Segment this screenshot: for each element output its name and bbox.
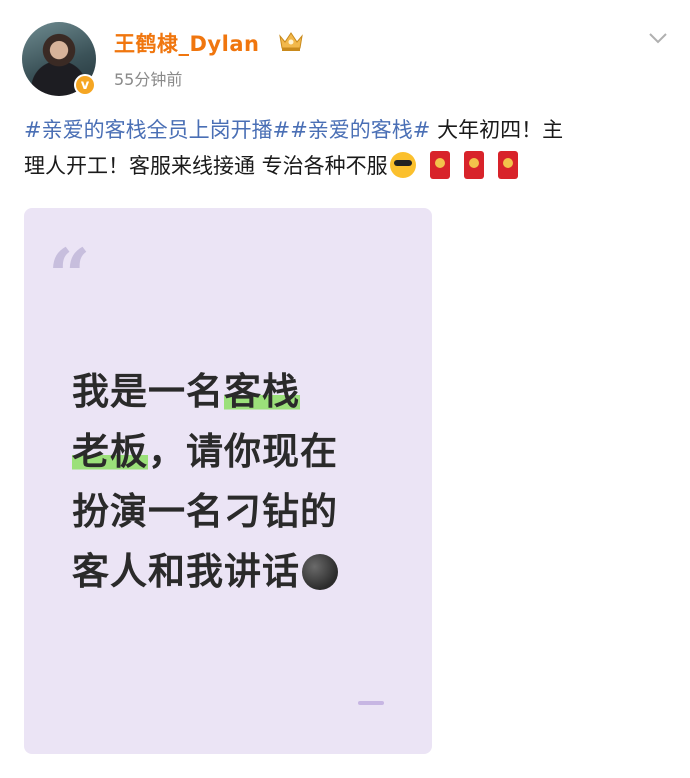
verified-badge-icon: v xyxy=(74,74,96,96)
highlighted-text: 老板 xyxy=(72,430,148,473)
card-line: 扮演一名刁钻的 xyxy=(72,482,412,542)
red-envelope-emoji xyxy=(463,151,484,179)
card-text: ，请你现在 xyxy=(148,430,338,473)
red-envelope-emoji xyxy=(429,151,450,179)
post-body: 大年初四！主 xyxy=(430,118,564,142)
vip-crown-icon xyxy=(279,32,303,51)
card-text: 扮演一名刁钻的 xyxy=(72,490,338,533)
post-text: #亲爱的客栈全员上岗开播##亲爱的客栈# 大年初四！主 理人开工！客服来线接通 … xyxy=(24,112,664,184)
card-line: 客人和我讲话 xyxy=(72,542,412,602)
avatar[interactable]: v xyxy=(22,22,96,96)
post-body: 理人开工！客服来线接通 专治各种不服 xyxy=(24,154,388,178)
highlighted-text: 客栈 xyxy=(224,370,300,413)
username[interactable]: 王鹤棣_Dylan xyxy=(114,28,259,58)
post-timestamp: 55分钟前 xyxy=(114,70,183,89)
chevron-down-icon[interactable] xyxy=(646,30,670,46)
card-text: 我是一名 xyxy=(72,370,224,413)
sunglasses-emoji xyxy=(389,152,416,178)
card-line: 老板，请你现在 xyxy=(72,422,412,482)
dark-moon-emoji xyxy=(302,554,338,590)
card-quote-text: 我是一名客栈 老板，请你现在 扮演一名刁钻的 客人和我讲话 xyxy=(72,362,412,602)
card-dash-decoration xyxy=(358,701,384,705)
card-line: 我是一名客栈 xyxy=(72,362,412,422)
red-envelope-emoji xyxy=(497,151,518,179)
quote-mark-icon: “ xyxy=(48,234,91,320)
card-text: 客人和我讲话 xyxy=(72,550,300,593)
topic-link[interactable]: #亲爱的客栈# xyxy=(290,118,430,142)
topic-link[interactable]: #亲爱的客栈全员上岗开播# xyxy=(24,118,290,142)
